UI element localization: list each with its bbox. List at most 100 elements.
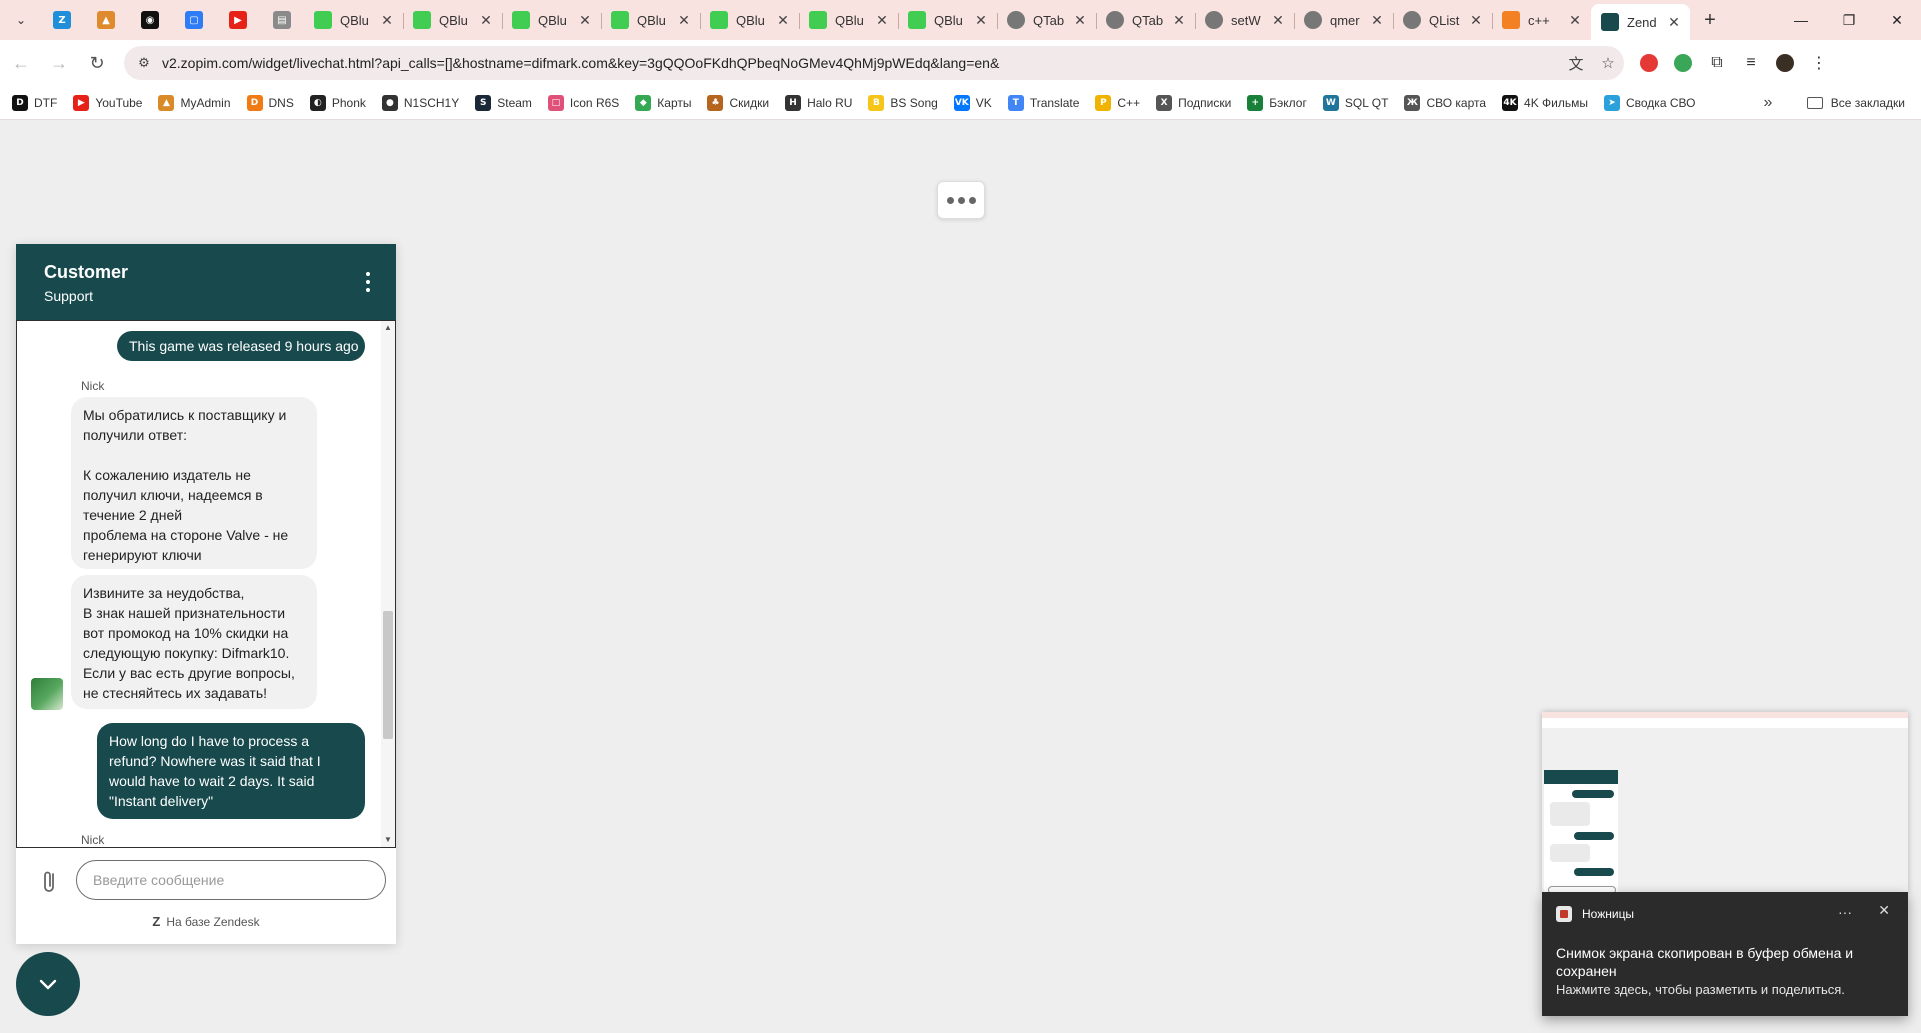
bookmark-item[interactable]: ♣ Скидки [699,90,777,116]
chat-log[interactable]: This game was released 9 hours ago Nick … [16,320,396,848]
tab-close-icon[interactable]: ✕ [1567,12,1583,29]
screenshot-thumbnail[interactable] [1542,712,1908,892]
pinned-tab[interactable]: ◉ [128,4,172,36]
bookmark-star-icon[interactable]: ☆ [1592,54,1624,72]
browser-tab[interactable]: QBlu ✕ [502,4,601,36]
bookmark-item[interactable]: Ж СВО карта [1396,90,1494,116]
browser-menu-icon[interactable]: ⋮ [1802,46,1836,80]
translate-icon[interactable]: 文 [1560,53,1592,74]
browser-tab[interactable]: QBlu ✕ [304,4,403,36]
paperclip-icon[interactable] [38,868,62,896]
tab-close-icon[interactable]: ✕ [1270,12,1286,29]
close-icon[interactable]: ✕ [1878,902,1890,919]
pinned-tab[interactable]: ▶ [216,4,260,36]
pinned-tab[interactable]: ▤ [260,4,304,36]
back-button[interactable]: ← [4,46,38,80]
bookmark-item[interactable]: ◐ Phonk [302,90,374,116]
bookmark-item[interactable]: ▶ YouTube [65,90,150,116]
browser-tab[interactable]: QBlu ✕ [799,4,898,36]
bookmark-item[interactable]: ▲ MyAdmin [150,90,238,116]
tab-close-icon[interactable]: ✕ [874,12,890,29]
adblock-extension-icon[interactable] [1632,46,1666,80]
extensions-area: ⧉ ≡ ⋮ [1632,46,1836,80]
new-tab-button[interactable]: + [1696,6,1724,34]
minimize-chat-button[interactable] [16,952,80,1016]
message-input[interactable]: Введите сообщение [76,860,386,900]
mountain-app-icon: ▲ [97,11,115,29]
chat-scrollbar[interactable]: ▲ ▼ [381,321,395,847]
qt-icon [710,11,728,29]
browser-tab[interactable]: QBlu ✕ [700,4,799,36]
folder-icon [1806,97,1823,109]
browser-tab[interactable]: setW ✕ [1195,4,1294,36]
bookmark-item[interactable]: □ Icon R6S [540,90,627,116]
bookmark-item[interactable]: X Подписки [1148,90,1239,116]
bookmark-item[interactable]: ● N1SCH1Y [374,90,467,116]
media-controls-icon[interactable]: ≡ [1734,46,1768,80]
pinned-tab[interactable]: Z [40,4,84,36]
more-bookmarks-icon[interactable]: » [1755,90,1781,116]
browser-tab[interactable]: QBlu ✕ [898,4,997,36]
bookmark-item[interactable]: 4K 4K Фильмы [1494,90,1596,116]
bookmark-item[interactable]: B BS Song [860,90,945,116]
tab-close-icon[interactable]: ✕ [676,12,692,29]
bookmark-item[interactable]: VK VK [946,90,1000,116]
visitor-message: This game was released 9 hours ago [117,331,365,361]
reload-button[interactable]: ↻ [80,46,114,80]
tab-close-icon[interactable]: ✕ [775,12,791,29]
tab-close-icon[interactable]: ✕ [1666,14,1682,31]
browser-tab[interactable]: QList ✕ [1393,4,1492,36]
tab-close-icon[interactable]: ✕ [379,12,395,29]
extension-icon[interactable] [1666,46,1700,80]
browser-tab[interactable]: qmer ✕ [1294,4,1393,36]
bookmark-item[interactable]: P C++ [1087,90,1148,116]
bookmark-item[interactable]: W SQL QT [1315,90,1397,116]
address-bar[interactable]: ⚙ v2.zopim.com/widget/livechat.html?api_… [124,46,1624,80]
tab-close-icon[interactable]: ✕ [1171,12,1187,29]
profile-avatar[interactable] [1768,46,1802,80]
close-window-icon[interactable]: ✕ [1873,0,1921,40]
forward-button[interactable]: → [42,46,76,80]
tab-close-icon[interactable]: ✕ [973,12,989,29]
browser-tab[interactable]: QTab ✕ [997,4,1096,36]
powered-by[interactable]: Z На базе Zendesk [16,914,396,929]
tab-close-icon[interactable]: ✕ [1072,12,1088,29]
extensions-puzzle-icon[interactable]: ⧉ [1700,46,1734,80]
bookmark-item[interactable]: ◆ Карты [627,90,699,116]
browser-tab[interactable]: c++ ✕ [1492,4,1591,36]
browser-tab[interactable]: QTab ✕ [1096,4,1195,36]
bookmark-item[interactable]: S Steam [467,90,540,116]
pinned-tab[interactable]: ▢ [172,4,216,36]
minimize-window-icon[interactable]: — [1777,0,1825,40]
bookmark-item[interactable]: ➤ Сводка СВО [1596,90,1703,116]
tab-close-icon[interactable]: ✕ [478,12,494,29]
qt-icon [809,11,827,29]
url-text[interactable]: v2.zopim.com/widget/livechat.html?api_ca… [162,55,1560,71]
more-options-icon[interactable]: ··· [1838,904,1852,920]
bookmark-item[interactable]: H Halo RU [777,90,860,116]
bookmark-item[interactable]: D DNS [239,90,302,116]
bookmark-favicon-icon: ➤ [1603,94,1620,111]
site-info-icon[interactable]: ⚙ [130,55,158,71]
all-bookmarks-button[interactable]: Все закладки [1806,90,1905,116]
tab-search-button[interactable]: ⌄ [8,7,34,33]
scroll-thumb[interactable] [383,611,393,739]
agent-name: Nick [81,379,105,393]
tab-title: QTab [1132,12,1164,28]
browser-tab[interactable]: Zend ✕ [1591,4,1690,40]
browser-tab[interactable]: QBlu ✕ [403,4,502,36]
tab-close-icon[interactable]: ✕ [1369,12,1385,29]
snipping-notification[interactable]: Ножницы ··· ✕ Снимок экрана скопирован в… [1542,892,1908,1016]
bookmark-favicon-icon: P [1095,94,1112,111]
scroll-up-icon[interactable]: ▲ [381,321,395,335]
pinned-tab[interactable]: ▲ [84,4,128,36]
tab-close-icon[interactable]: ✕ [1468,12,1484,29]
browser-tab[interactable]: QBlu ✕ [601,4,700,36]
scroll-down-icon[interactable]: ▼ [381,833,395,847]
bookmark-item[interactable]: T Translate [1000,90,1088,116]
bookmark-item[interactable]: + Бэклог [1239,90,1315,116]
restore-window-icon[interactable]: ❐ [1825,0,1873,40]
chat-menu-icon[interactable] [366,272,372,292]
bookmark-item[interactable]: D DTF [4,90,65,116]
tab-close-icon[interactable]: ✕ [577,12,593,29]
